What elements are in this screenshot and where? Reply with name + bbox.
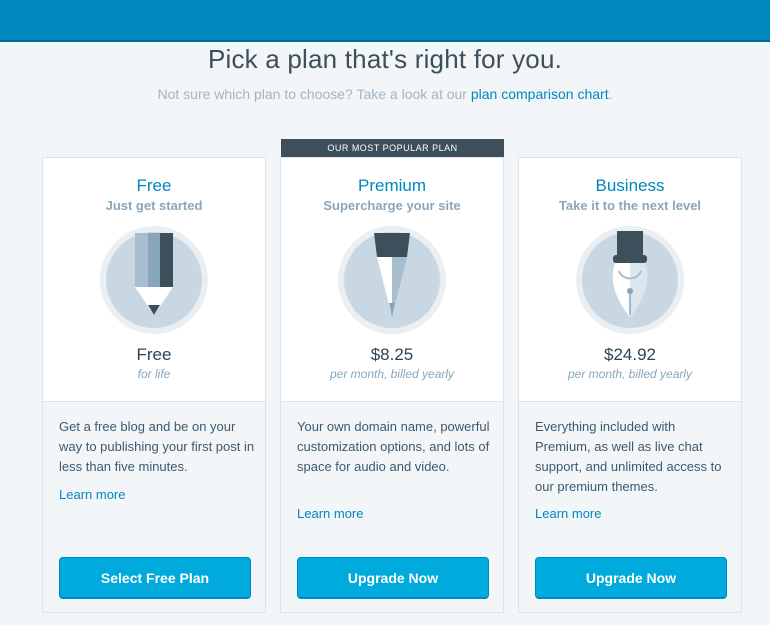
plan-price: $8.25 bbox=[370, 345, 414, 364]
plan-header-premium: Premium Supercharge your site $8.25 per … bbox=[281, 158, 503, 402]
plan-tagline: Just get started bbox=[105, 198, 203, 213]
plan-description: Get a free blog and be on your way to pu… bbox=[59, 419, 255, 474]
page-title: Pick a plan that's right for you. bbox=[207, 44, 563, 74]
plan-price: $24.92 bbox=[604, 345, 656, 364]
pencil-icon bbox=[99, 225, 209, 335]
plan-period: per month, billed yearly bbox=[567, 367, 693, 381]
plan-period: per month, billed yearly bbox=[329, 367, 455, 381]
learn-more-link[interactable]: Learn more bbox=[535, 506, 601, 521]
plan-name: Premium bbox=[357, 176, 426, 195]
plan-card-premium: Premium Supercharge your site $8.25 per … bbox=[280, 157, 504, 613]
subtitle-suffix: . bbox=[608, 86, 613, 102]
select-free-plan-button[interactable]: Select Free Plan bbox=[59, 557, 251, 599]
learn-more-link[interactable]: Learn more bbox=[297, 506, 363, 521]
top-bar bbox=[0, 0, 770, 42]
fountain-pen-icon bbox=[575, 225, 685, 335]
plan-tagline: Supercharge your site bbox=[323, 198, 461, 213]
plan-price: Free bbox=[136, 345, 172, 364]
pen-icon bbox=[337, 225, 447, 335]
learn-more-link[interactable]: Learn more bbox=[59, 487, 125, 502]
plan-tagline: Take it to the next level bbox=[558, 198, 702, 213]
page-subtitle: Not sure which plan to choose? Take a lo… bbox=[0, 86, 770, 102]
most-popular-badge: OUR MOST POPULAR PLAN bbox=[281, 139, 504, 157]
upgrade-business-button[interactable]: Upgrade Now bbox=[535, 557, 727, 599]
plan-name: Business bbox=[595, 176, 665, 195]
plan-period: for life bbox=[137, 367, 171, 381]
plan-card-business: Business Take it to the next level $24.9… bbox=[518, 157, 742, 613]
plan-card-free: Free Just get started Free for life Get … bbox=[42, 157, 266, 613]
plan-comparison-link[interactable]: plan comparison chart bbox=[471, 86, 609, 102]
plan-name: Free bbox=[136, 176, 172, 195]
plan-header-business: Business Take it to the next level $24.9… bbox=[519, 158, 741, 402]
subtitle-text: Not sure which plan to choose? Take a lo… bbox=[157, 86, 471, 102]
upgrade-premium-button[interactable]: Upgrade Now bbox=[297, 557, 489, 599]
plan-header-free: Free Just get started Free for life bbox=[43, 158, 265, 402]
plan-description: Your own domain name, powerful customiza… bbox=[297, 419, 490, 474]
plan-description: Everything included with Premium, as wel… bbox=[535, 419, 722, 494]
